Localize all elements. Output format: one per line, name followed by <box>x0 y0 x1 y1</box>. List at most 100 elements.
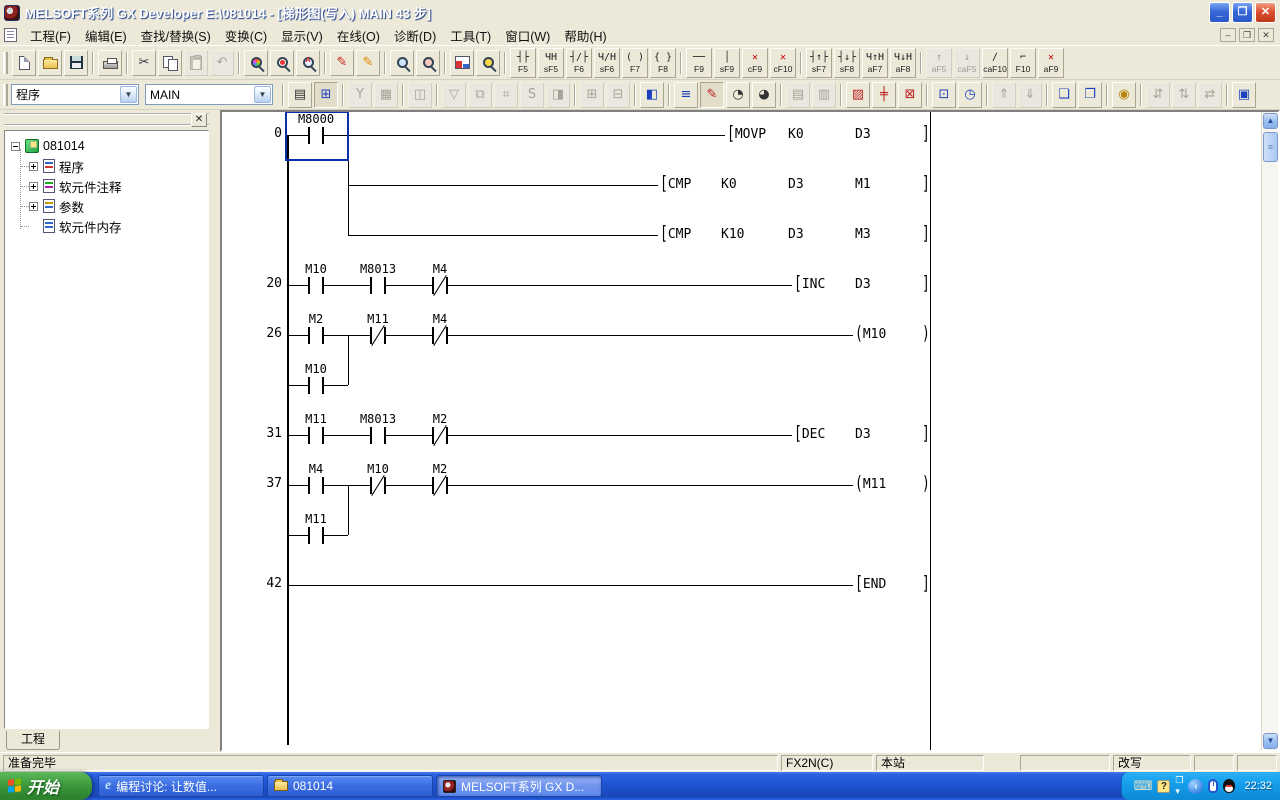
tool-delete-vline[interactable]: ✕cF10 <box>770 48 796 78</box>
tool-line-draw[interactable]: ⌐F10 <box>1010 48 1036 78</box>
contact-bar[interactable] <box>446 277 448 294</box>
block-middle-button[interactable]: ⇅ <box>1172 82 1196 108</box>
contact-coil-list-button[interactable]: Y <box>348 82 372 108</box>
device-comment-edit-button[interactable]: ✎ <box>330 50 354 76</box>
menu-item-0[interactable]: 工程(F) <box>23 23 78 48</box>
tool-open-contact-parallel[interactable]: ЧНsF5 <box>538 48 564 78</box>
instruction-text[interactable]: (M11 <box>855 476 886 493</box>
sort-up-button[interactable]: ⇑ <box>992 82 1016 108</box>
tool-falling-contact[interactable]: ┤↓├sF8 <box>834 48 860 78</box>
instruction-bracket[interactable]: ) <box>922 326 930 343</box>
instruction-bracket[interactable]: ) <box>922 476 930 493</box>
instruction-text[interactable]: [DEC <box>794 426 825 443</box>
contact-bar[interactable] <box>308 427 310 444</box>
contact-bar[interactable] <box>322 277 324 294</box>
tool-vertical-line[interactable]: │sF9 <box>714 48 740 78</box>
monitor-window-button[interactable]: ▣ <box>1232 82 1256 108</box>
contact-bar[interactable] <box>370 427 372 444</box>
paste-button[interactable] <box>184 50 208 76</box>
ladder-tree-button[interactable]: ⊞ <box>314 82 338 108</box>
block-up-button[interactable]: ⇵ <box>1146 82 1170 108</box>
instruction-text[interactable]: D3 <box>788 176 804 193</box>
zoom-list-button[interactable] <box>390 50 414 76</box>
forced-io-button[interactable]: ╪ <box>872 82 896 108</box>
tool-delete-hline[interactable]: ✕cF9 <box>742 48 768 78</box>
tool-line-delete[interactable]: ✕aF9 <box>1038 48 1064 78</box>
tool-closed-contact[interactable]: ┤/├F6 <box>566 48 592 78</box>
contact-bar[interactable] <box>370 477 372 494</box>
menu-item-9[interactable]: 帮助(H) <box>557 23 613 48</box>
find-button[interactable] <box>244 50 268 76</box>
menu-item-2[interactable]: 查找/替换(S) <box>134 23 218 48</box>
tool-open-contact[interactable]: ┤├F5 <box>510 48 536 78</box>
tree-expand-box[interactable] <box>29 182 38 191</box>
contact-bar[interactable] <box>384 277 386 294</box>
contact-bar[interactable] <box>446 477 448 494</box>
keyboard-tray-icon[interactable]: ⌨ <box>1134 778 1153 794</box>
comment-display-button[interactable]: ▤ <box>288 82 312 108</box>
instruction-text[interactable]: [MOVP <box>727 126 766 143</box>
contact-bar[interactable] <box>370 277 372 294</box>
device-memory-button[interactable]: ◧ <box>640 82 664 108</box>
tool-closed-contact-parallel[interactable]: Ч/НsF6 <box>594 48 620 78</box>
menu-item-7[interactable]: 工具(T) <box>443 23 498 48</box>
menu-item-5[interactable]: 在线(O) <box>330 23 387 48</box>
module-combo[interactable]: MAIN▼ <box>145 84 273 105</box>
save-project-button[interactable] <box>64 50 88 76</box>
contact-bar[interactable] <box>322 527 324 544</box>
insert-mode-button[interactable]: ⊞ <box>580 82 604 108</box>
task-folder-081014[interactable]: 081014 <box>267 775 433 797</box>
tool-instruction[interactable]: { }F8 <box>650 48 676 78</box>
clock[interactable]: 22:32 <box>1244 780 1272 792</box>
mdi-close-button[interactable]: ✕ <box>1258 28 1274 42</box>
zoom-area-button[interactable] <box>416 50 440 76</box>
edit-cursor[interactable] <box>285 112 349 161</box>
scan-time-button[interactable]: ◷ <box>958 82 982 108</box>
tree-root-081014[interactable]: 081014 <box>11 137 85 155</box>
menu-item-6[interactable]: 诊断(D) <box>387 23 443 48</box>
instruction-bracket[interactable]: ] <box>922 176 930 193</box>
monitor-find-button[interactable]: ◉ <box>1112 82 1136 108</box>
tree-expand-box[interactable] <box>29 202 38 211</box>
instruction-text[interactable]: K0 <box>788 126 804 143</box>
contact-bar[interactable] <box>384 477 386 494</box>
contact-bar[interactable] <box>432 277 434 294</box>
contact-bar[interactable] <box>322 427 324 444</box>
contact-bar[interactable] <box>308 327 310 344</box>
start-button[interactable]: 开始 <box>0 772 92 800</box>
error-jump-button[interactable]: ⌗ <box>494 82 518 108</box>
project-tab[interactable]: 工程 <box>6 731 60 750</box>
menu-item-4[interactable]: 显示(V) <box>274 23 330 48</box>
instruction-text[interactable]: K10 <box>721 226 744 243</box>
restore-window-tray-icon[interactable]: ❐▾ <box>1175 775 1183 797</box>
read-mode-button[interactable]: ◔ <box>726 82 750 108</box>
instruction-bracket[interactable]: ] <box>922 226 930 243</box>
device-test-button[interactable]: ▨ <box>846 82 870 108</box>
toolbar-grip[interactable] <box>3 52 8 74</box>
minimize-button[interactable]: _ <box>1209 2 1230 23</box>
ladder-canvas[interactable]: 0M8000[MOVPK0D3][CMPK0D3M1][CMPK10D3M3]2… <box>222 112 1261 750</box>
copy-button[interactable] <box>158 50 182 76</box>
contact-bar[interactable] <box>322 477 324 494</box>
ladder-symbol-button[interactable]: ≡ <box>674 82 698 108</box>
online-write-button[interactable]: ▥ <box>812 82 836 108</box>
panel-splitter[interactable] <box>213 110 220 752</box>
close-button[interactable]: ✕ <box>1255 2 1276 23</box>
help-tray-icon[interactable]: ? <box>1157 780 1170 793</box>
tool-coil[interactable]: ( )F7 <box>622 48 648 78</box>
instruction-bracket[interactable]: ] <box>922 276 930 293</box>
tree-expand-box[interactable] <box>29 162 38 171</box>
find-string-button[interactable] <box>296 50 320 76</box>
task-gx-developer[interactable]: MELSOFT系列 GX D... <box>436 775 602 797</box>
new-project-button[interactable] <box>12 50 36 76</box>
contact-bar[interactable] <box>308 477 310 494</box>
instruction-bracket[interactable]: ] <box>922 576 930 593</box>
instruction-text[interactable]: M1 <box>855 176 871 193</box>
undo-button[interactable]: ↶ <box>210 50 234 76</box>
instruction-text[interactable]: D3 <box>855 426 871 443</box>
window-jump-button[interactable]: ❐ <box>1078 82 1102 108</box>
panel-close-button[interactable]: ✕ <box>191 113 207 127</box>
tree-item-参数[interactable]: 参数 <box>29 197 84 215</box>
mouse-settings-tray-icon[interactable] <box>1208 779 1218 793</box>
task-ie-browser[interactable]: e编程讨论: 让数值... <box>98 775 264 797</box>
